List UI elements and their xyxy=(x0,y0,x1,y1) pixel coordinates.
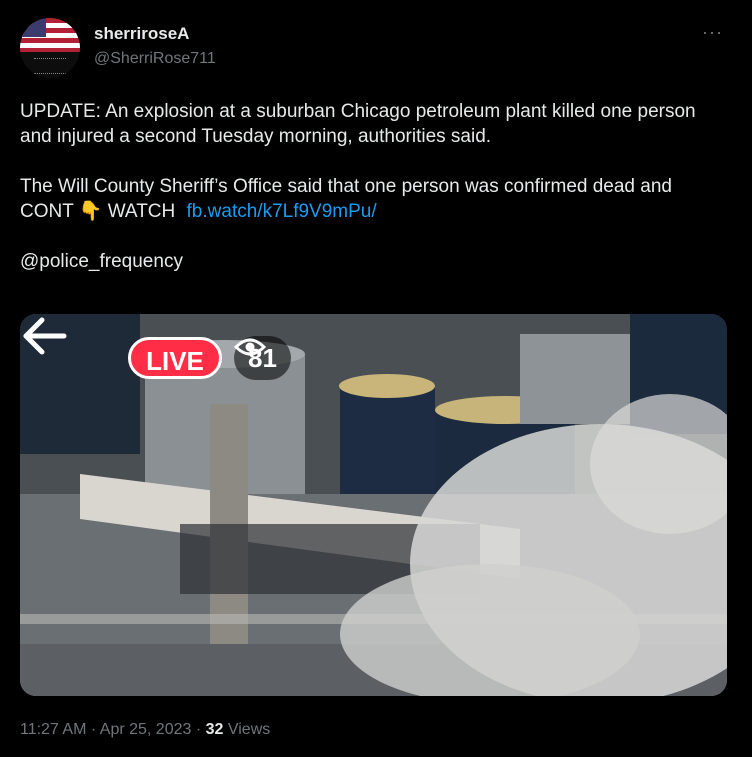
tweet-date[interactable]: Apr 25, 2023 xyxy=(100,721,192,738)
tweet-paragraph-1: UPDATE: An explosion at a suburban Chica… xyxy=(20,101,696,147)
views-count: 32 xyxy=(205,721,224,738)
back-arrow-icon[interactable] xyxy=(20,314,68,358)
tweet-text: UPDATE: An explosion at a suburban Chica… xyxy=(20,99,732,274)
video-thumbnail[interactable]: LIVE 81 xyxy=(20,314,727,696)
cont-watch-text: CONT 👇 WATCH xyxy=(20,201,176,222)
viewer-count: 81 xyxy=(234,336,291,380)
avatar[interactable] xyxy=(20,18,80,78)
more-options-icon[interactable]: ··· xyxy=(702,22,723,43)
tweet-time[interactable]: 11:27 AM xyxy=(20,721,86,738)
eye-icon xyxy=(234,338,266,356)
tweet-link[interactable]: fb.watch/k7Lf9V9mPu/ xyxy=(187,201,377,222)
avatar-caption-image xyxy=(34,58,66,74)
tweet-footer: 11:27 AM · Apr 25, 2023 · 32 Views xyxy=(20,721,271,738)
tweet-paragraph-2: The Will County Sheriff’s Office said th… xyxy=(20,176,672,197)
flag-canton xyxy=(20,18,46,37)
views-label: Views xyxy=(223,721,271,738)
author-name[interactable]: sherriroseA xyxy=(94,24,189,44)
tweet-paragraph-3: CONT 👇 WATCH fb.watch/k7Lf9V9mPu/ xyxy=(20,199,732,224)
tweet-mention[interactable]: @police_frequency xyxy=(20,249,732,274)
author-handle[interactable]: @SherriRose711 xyxy=(94,50,216,68)
industrial-scene-image xyxy=(20,314,727,696)
live-badge: LIVE xyxy=(128,337,222,379)
